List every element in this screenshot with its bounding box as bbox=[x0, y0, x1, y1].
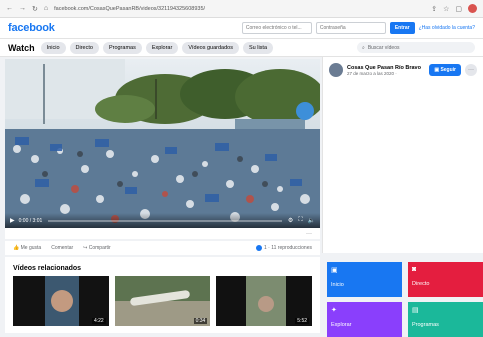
video-duration: 0:34 bbox=[193, 318, 208, 324]
tab-explorar[interactable]: Explorar bbox=[145, 41, 179, 54]
shortcut-explorar[interactable]: ✦ Explorar bbox=[327, 302, 402, 337]
video-actions: 👍 Me gusta Comentar ↪ Compartir 1 · 11 r… bbox=[5, 241, 320, 255]
programs-icon: ▤ bbox=[412, 307, 419, 314]
star-icon[interactable]: ☆ bbox=[443, 5, 449, 13]
follow-button[interactable]: ▣ Seguir bbox=[429, 64, 461, 76]
password-field[interactable] bbox=[315, 22, 386, 34]
login-button[interactable]: Entrar bbox=[389, 22, 415, 34]
search-placeholder: Buscar vídeos bbox=[367, 44, 400, 51]
share-icon[interactable]: ⇪ bbox=[431, 5, 437, 13]
live-icon: ◙ bbox=[412, 266, 417, 273]
share-label: Compartir bbox=[88, 245, 111, 251]
watch-shortcuts: ▣ Inicio ◙ Directo ✦ Explorar ▤ Programa… bbox=[327, 262, 483, 337]
video-controls: ▶ 0:00 / 3:01 ⚙ ⛶ 🔈 bbox=[5, 213, 320, 228]
shortcut-directo[interactable]: ◙ Directo bbox=[408, 262, 483, 297]
volume-icon[interactable]: 🔈 bbox=[308, 217, 315, 224]
related-videos: Vídeos relacionados 4:22 0:34 5:52 bbox=[5, 257, 320, 333]
related-video-3[interactable]: 5:52 bbox=[216, 276, 313, 326]
shortcut-inicio[interactable]: ▣ Inicio bbox=[327, 262, 402, 297]
tab-videos-guardados[interactable]: Vídeos guardados bbox=[182, 41, 239, 54]
video-time: 0:00 / 3:01 bbox=[18, 217, 43, 224]
reaction-icon bbox=[256, 245, 262, 251]
video-more-bar: ··· bbox=[5, 228, 320, 239]
forgot-account-link[interactable]: ¿Has olvidado la cuenta? bbox=[419, 25, 475, 31]
facebook-header: facebook Entrar ¿Has olvidado la cuenta? bbox=[0, 18, 483, 39]
watch-title: Watch bbox=[8, 42, 35, 53]
video-duration: 5:52 bbox=[295, 318, 310, 324]
search-icon: ⌕ bbox=[362, 44, 365, 51]
more-options-icon[interactable]: ··· bbox=[306, 231, 312, 237]
video-player[interactable] bbox=[5, 59, 320, 228]
page-name[interactable]: Cosas Que Pasan Río Bravo bbox=[347, 65, 421, 71]
tab-su-lista[interactable]: Su lista bbox=[242, 41, 274, 54]
related-video-1[interactable]: 4:22 bbox=[13, 276, 109, 326]
post-date: 27 de marzo a las 2020 · bbox=[347, 70, 397, 76]
back-icon[interactable]: ← bbox=[6, 5, 13, 13]
tab-programas[interactable]: Programas bbox=[102, 41, 142, 54]
like-button[interactable]: 👍 Me gusta bbox=[13, 245, 41, 251]
related-title: Vídeos relacionados bbox=[13, 265, 82, 272]
window-icon[interactable]: ▢ bbox=[455, 5, 462, 13]
address-bar[interactable]: facebook.com/CosasQuePasanRB/videos/3211… bbox=[54, 6, 425, 12]
profile-avatar[interactable] bbox=[468, 4, 477, 13]
play-icon[interactable]: ▶ bbox=[10, 217, 15, 224]
views-count: 1 · 11 reproducciones bbox=[256, 245, 312, 251]
search-videos-input[interactable]: ⌕ Buscar vídeos bbox=[357, 42, 475, 53]
browser-nav: ← → ↻ ⌂ bbox=[6, 5, 48, 13]
follow-label: Seguir bbox=[440, 67, 456, 73]
video-frame-image bbox=[5, 59, 320, 228]
shortcut-label: Programas bbox=[412, 322, 439, 328]
fullscreen-icon[interactable]: ⛶ bbox=[298, 217, 302, 224]
video-info-panel: Cosas Que Pasan Río Bravo 27 de marzo a … bbox=[322, 57, 483, 253]
email-field[interactable] bbox=[241, 22, 312, 34]
watch-nav: Watch Inicio Directo Programas Explorar … bbox=[0, 39, 483, 57]
shortcut-label: Directo bbox=[412, 281, 430, 287]
forward-icon[interactable]: → bbox=[19, 5, 26, 13]
comment-label: Comentar bbox=[51, 245, 74, 251]
views-label: 1 · 11 reproducciones bbox=[264, 245, 312, 251]
related-video-2[interactable]: 0:34 bbox=[114, 276, 211, 326]
shortcut-label: Explorar bbox=[331, 322, 352, 328]
share-arrow-icon: ↪ bbox=[83, 245, 88, 251]
facebook-logo[interactable]: facebook bbox=[8, 22, 55, 34]
page-options-icon[interactable]: ··· bbox=[465, 64, 477, 76]
share-button[interactable]: ↪ Compartir bbox=[83, 245, 111, 251]
shortcut-programas[interactable]: ▤ Programas bbox=[408, 302, 483, 337]
tab-inicio[interactable]: Inicio bbox=[40, 41, 66, 54]
rocket-icon: ✦ bbox=[331, 307, 337, 314]
like-label: Me gusta bbox=[20, 245, 42, 251]
browser-toolbar: ← → ↻ ⌂ facebook.com/CosasQuePasanRB/vid… bbox=[0, 0, 483, 18]
reload-icon[interactable]: ↻ bbox=[32, 5, 38, 13]
comment-button[interactable]: Comentar bbox=[51, 245, 73, 251]
like-icon: 👍 bbox=[13, 245, 20, 251]
video-duration: 4:22 bbox=[91, 318, 106, 324]
page-avatar[interactable] bbox=[329, 63, 343, 77]
login-form: Entrar ¿Has olvidado la cuenta? bbox=[241, 22, 475, 34]
progress-bar[interactable] bbox=[48, 219, 282, 222]
tv-icon: ▣ bbox=[331, 267, 338, 274]
settings-icon[interactable]: ⚙ bbox=[288, 217, 293, 224]
shortcut-label: Inicio bbox=[331, 282, 344, 288]
tab-directo[interactable]: Directo bbox=[69, 41, 99, 54]
page-row: Cosas Que Pasan Río Bravo 27 de marzo a … bbox=[323, 57, 483, 83]
home-icon[interactable]: ⌂ bbox=[44, 5, 48, 13]
